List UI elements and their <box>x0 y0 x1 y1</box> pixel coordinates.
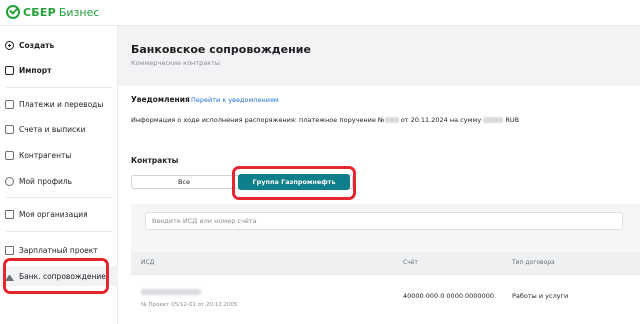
table-row[interactable]: № Проект 05/12-01 от 20.12.2005 40000 00… <box>131 274 640 324</box>
main-content: Банковское сопровождение Коммерческие ко… <box>118 26 640 324</box>
salary-icon <box>5 245 14 255</box>
go-to-notifications-link[interactable]: Перейти к уведомлениям <box>191 96 279 104</box>
sidebar-divider <box>6 231 112 232</box>
column-contract-type: Тип договора <box>512 259 555 266</box>
contracts-table: Введите ИСД или номер счёта ИСД Счёт Тип… <box>131 204 640 324</box>
sidebar-item-salary[interactable]: Зарплатный проект <box>0 240 118 260</box>
sidebar-item-counterparties[interactable]: Контрагенты <box>0 145 118 165</box>
sidebar-item-payments[interactable]: Платежи и переводы <box>0 94 118 114</box>
row-contract-type: Работы и услуги <box>512 292 569 300</box>
content-card: Уведомления Перейти к уведомлениям Инфор… <box>118 86 640 324</box>
sidebar-item-organization[interactable]: Моя организация <box>0 204 118 224</box>
table-header: ИСД Счёт Тип договора <box>131 252 640 274</box>
notification-text-middle: от 20.11.2024 на сумму <box>398 116 484 124</box>
sber-business-logo[interactable]: СБЕР Бизнес <box>6 5 99 19</box>
notification-text-suffix: RUB <box>503 116 520 124</box>
top-bar: СБЕР Бизнес <box>0 0 640 26</box>
contracts-title: Контракты <box>131 156 179 165</box>
column-isd: ИСД <box>141 259 155 266</box>
notification-message: Информация о ходе исполнения распоряжени… <box>131 116 519 124</box>
sidebar-item-profile[interactable]: Мой профиль <box>0 171 118 191</box>
page-header: Банковское сопровождение Коммерческие ко… <box>118 26 640 86</box>
sidebar-item-create[interactable]: Создать <box>0 35 118 55</box>
import-icon <box>5 65 14 75</box>
sidebar-item-import[interactable]: Импорт <box>0 60 118 80</box>
highlight-annotation <box>232 166 356 200</box>
redacted-isd <box>141 289 201 297</box>
sidebar-divider <box>6 87 112 88</box>
sidebar-item-label: Платежи и переводы <box>19 99 104 109</box>
column-account: Счёт <box>403 259 418 266</box>
payments-icon <box>5 99 14 109</box>
redacted-number <box>384 117 399 123</box>
brand-product: Бизнес <box>58 5 100 19</box>
page-subtitle: Коммерческие контракты <box>131 59 221 67</box>
profile-icon <box>5 176 14 186</box>
accounts-icon <box>5 124 14 134</box>
sidebar-item-label: Счета и выписки <box>19 124 86 134</box>
brand-name: СБЕР <box>23 5 56 19</box>
sidebar-item-label: Контрагенты <box>19 150 72 160</box>
sidebar-item-label: Моя организация <box>19 209 88 219</box>
notifications-title: Уведомления <box>131 95 190 104</box>
row-account: 40000 000 0 0000 0000000 <box>403 292 494 300</box>
sidebar-item-label: Мой профиль <box>19 176 73 186</box>
redacted-isd-blur <box>141 289 201 295</box>
organization-icon <box>5 209 14 219</box>
sidebar-item-label: Создать <box>19 40 55 50</box>
plus-circle-icon <box>5 40 14 50</box>
sidebar-item-accounts[interactable]: Счета и выписки <box>0 119 118 139</box>
highlight-annotation <box>3 258 109 294</box>
search-input[interactable]: Введите ИСД или номер счёта <box>145 212 623 230</box>
notification-text-prefix: Информация о ходе исполнения распоряжени… <box>131 116 385 124</box>
page-title: Банковское сопровождение <box>131 43 311 56</box>
row-project-note: № Проект 05/12-01 от 20.12.2005 <box>141 302 238 308</box>
sber-logo-icon <box>6 5 20 19</box>
segment-all[interactable]: Все <box>131 175 237 189</box>
redacted-amount <box>483 117 504 123</box>
counterparties-icon <box>5 150 14 160</box>
sidebar-item-label: Импорт <box>19 65 52 75</box>
sidebar-item-label: Зарплатный проект <box>19 245 98 255</box>
sidebar-divider <box>6 197 112 198</box>
